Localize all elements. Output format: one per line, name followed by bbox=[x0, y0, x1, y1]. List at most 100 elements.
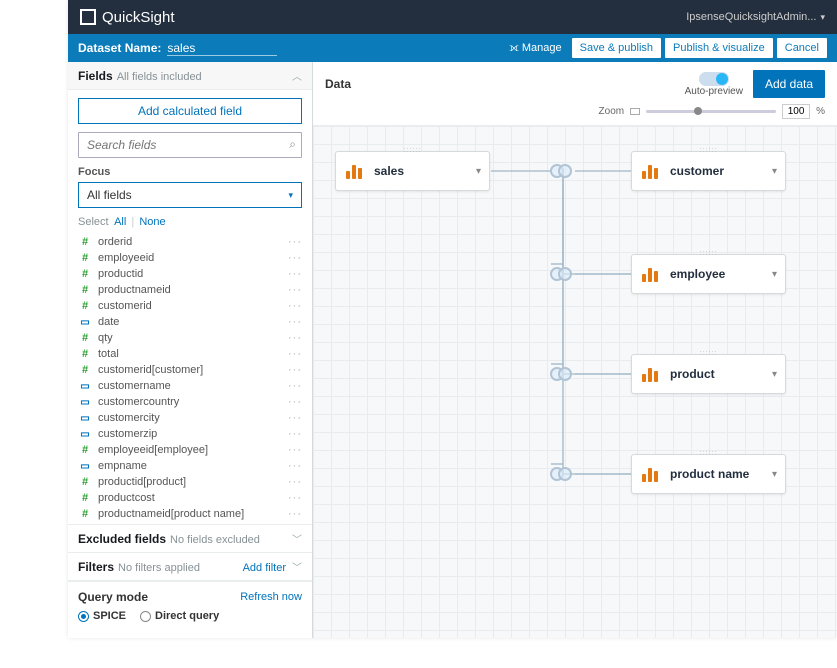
field-name: customercountry bbox=[98, 396, 179, 408]
field-name: customercity bbox=[98, 412, 160, 424]
field-row[interactable]: #productid··· bbox=[78, 266, 308, 282]
fields-subtitle: All fields included bbox=[117, 71, 202, 83]
field-row[interactable]: #employeeid··· bbox=[78, 250, 308, 266]
chevron-down-icon[interactable]: ▾ bbox=[772, 269, 777, 280]
join-canvas-grid[interactable]: :::::: sales ▾ :::::: customer ▾ :::::: bbox=[313, 125, 837, 638]
add-data-button[interactable]: Add data bbox=[753, 70, 825, 98]
join-icon[interactable] bbox=[550, 364, 576, 384]
field-name: productid bbox=[98, 268, 143, 280]
field-more-icon[interactable]: ··· bbox=[288, 364, 308, 376]
join-icon[interactable] bbox=[550, 264, 576, 284]
field-row[interactable]: ▭customername··· bbox=[78, 378, 308, 394]
field-more-icon[interactable]: ··· bbox=[288, 268, 308, 280]
expand-icon[interactable]: ﹀ bbox=[292, 531, 302, 546]
field-row[interactable]: ▭date··· bbox=[78, 314, 308, 330]
chevron-down-icon[interactable]: ▾ bbox=[772, 469, 777, 480]
add-filter-link[interactable]: Add filter bbox=[243, 562, 286, 574]
collapse-icon[interactable]: ︿ bbox=[292, 68, 302, 83]
field-row[interactable]: #productid[product]··· bbox=[78, 474, 308, 490]
direct-query-radio[interactable]: Direct query bbox=[140, 610, 219, 622]
field-row[interactable]: #productnameid[product name]··· bbox=[78, 506, 308, 522]
filters-header[interactable]: FiltersNo filters applied Add filter﹀ bbox=[68, 553, 312, 581]
fields-sidebar: Fields All fields included ︿ Add calculat… bbox=[68, 62, 313, 638]
search-fields-input[interactable] bbox=[78, 132, 302, 158]
node-label: product bbox=[670, 367, 764, 381]
field-row[interactable]: #productnameid··· bbox=[78, 282, 308, 298]
join-icon[interactable] bbox=[550, 161, 576, 181]
field-name: customername bbox=[98, 380, 171, 392]
field-row[interactable]: #customerid··· bbox=[78, 298, 308, 314]
fields-header[interactable]: Fields All fields included ︿ bbox=[68, 62, 312, 90]
field-more-icon[interactable]: ··· bbox=[288, 444, 308, 456]
spice-radio[interactable]: SPICE bbox=[78, 610, 126, 622]
table-node-employee[interactable]: :::::: employee ▾ bbox=[631, 254, 786, 294]
refresh-now-link[interactable]: Refresh now bbox=[240, 591, 302, 603]
chevron-down-icon[interactable]: ▾ bbox=[772, 369, 777, 380]
search-icon: ⌕ bbox=[289, 137, 296, 152]
chevron-down-icon[interactable]: ▾ bbox=[476, 166, 481, 177]
field-row[interactable]: ▭ customercountry ··· bbox=[78, 394, 308, 410]
node-label: sales bbox=[374, 164, 468, 178]
field-more-icon[interactable]: ··· bbox=[288, 252, 308, 264]
cancel-button[interactable]: Cancel bbox=[777, 38, 827, 58]
number-icon: # bbox=[78, 332, 92, 344]
publish-visualize-button[interactable]: Publish & visualize bbox=[665, 38, 773, 58]
field-row[interactable]: #productcost··· bbox=[78, 490, 308, 506]
table-node-sales[interactable]: :::::: sales ▾ bbox=[335, 151, 490, 191]
field-row[interactable]: ▭empname··· bbox=[78, 458, 308, 474]
user-menu[interactable]: IpsenseQuicksightAdmin... ▾ bbox=[686, 11, 825, 23]
field-row[interactable]: #customerid[customer]··· bbox=[78, 362, 308, 378]
field-more-icon[interactable]: ··· bbox=[288, 492, 308, 504]
focus-select[interactable]: All fields ▾ bbox=[78, 182, 302, 208]
field-more-icon[interactable]: ··· bbox=[288, 428, 308, 440]
join-icon[interactable] bbox=[550, 464, 576, 484]
field-row[interactable]: #employeeid[employee]··· bbox=[78, 442, 308, 458]
spice-label: SPICE bbox=[93, 610, 126, 622]
field-row[interactable]: ▭customerzip··· bbox=[78, 426, 308, 442]
zoom-pct: % bbox=[816, 106, 825, 117]
field-row[interactable]: #orderid··· bbox=[78, 234, 308, 250]
field-more-icon[interactable]: ··· bbox=[288, 284, 308, 296]
field-more-icon[interactable]: ··· bbox=[288, 332, 308, 344]
field-row[interactable]: #qty··· bbox=[78, 330, 308, 346]
manage-button[interactable]: ⟗ Manage bbox=[503, 42, 567, 55]
table-node-productname[interactable]: :::::: product name ▾ bbox=[631, 454, 786, 494]
select-none-link[interactable]: None bbox=[139, 216, 165, 228]
zoom-slider[interactable] bbox=[646, 110, 776, 113]
field-row[interactable]: ▭customercity··· bbox=[78, 410, 308, 426]
field-more-icon[interactable]: ··· bbox=[288, 300, 308, 312]
excluded-header[interactable]: Excluded fieldsNo fields excluded ﹀ bbox=[68, 524, 312, 553]
field-more-icon[interactable]: ··· bbox=[288, 348, 308, 360]
field-more-icon[interactable]: ··· bbox=[288, 460, 308, 472]
auto-preview-toggle[interactable]: Auto-preview bbox=[685, 72, 743, 97]
select-all-link[interactable]: All bbox=[114, 216, 126, 228]
field-more-icon[interactable]: ··· bbox=[288, 396, 308, 408]
chevron-down-icon[interactable]: ▾ bbox=[772, 166, 777, 177]
field-more-icon[interactable]: ··· bbox=[288, 412, 308, 424]
excluded-sub: No fields excluded bbox=[170, 534, 260, 546]
string-icon: ▭ bbox=[78, 397, 92, 408]
field-name: productnameid[product name] bbox=[98, 508, 244, 520]
table-node-customer[interactable]: :::::: customer ▾ bbox=[631, 151, 786, 191]
zoom-value-input[interactable] bbox=[782, 104, 810, 119]
save-publish-button[interactable]: Save & publish bbox=[572, 38, 661, 58]
manage-label: Manage bbox=[522, 42, 562, 54]
number-icon: # bbox=[78, 252, 92, 264]
dataset-name-input[interactable] bbox=[167, 41, 277, 56]
number-icon: # bbox=[78, 284, 92, 296]
field-row[interactable]: #total··· bbox=[78, 346, 308, 362]
field-more-icon[interactable]: ··· bbox=[288, 236, 308, 248]
string-icon: ▭ bbox=[78, 429, 92, 440]
slider-knob-icon bbox=[694, 107, 702, 115]
fields-title: Fields bbox=[78, 69, 113, 83]
field-more-icon[interactable]: ··· bbox=[288, 508, 308, 520]
add-calculated-field-button[interactable]: Add calculated field bbox=[78, 98, 302, 124]
grip-icon: :::::: bbox=[700, 350, 718, 357]
expand-icon[interactable]: ﹀ bbox=[292, 563, 302, 574]
field-more-icon[interactable]: ··· bbox=[288, 316, 308, 328]
node-label: customer bbox=[670, 164, 764, 178]
field-more-icon[interactable]: ··· bbox=[288, 380, 308, 392]
table-node-product[interactable]: :::::: product ▾ bbox=[631, 354, 786, 394]
field-more-icon[interactable]: ··· bbox=[288, 476, 308, 488]
zoom-rect-icon bbox=[630, 108, 640, 115]
